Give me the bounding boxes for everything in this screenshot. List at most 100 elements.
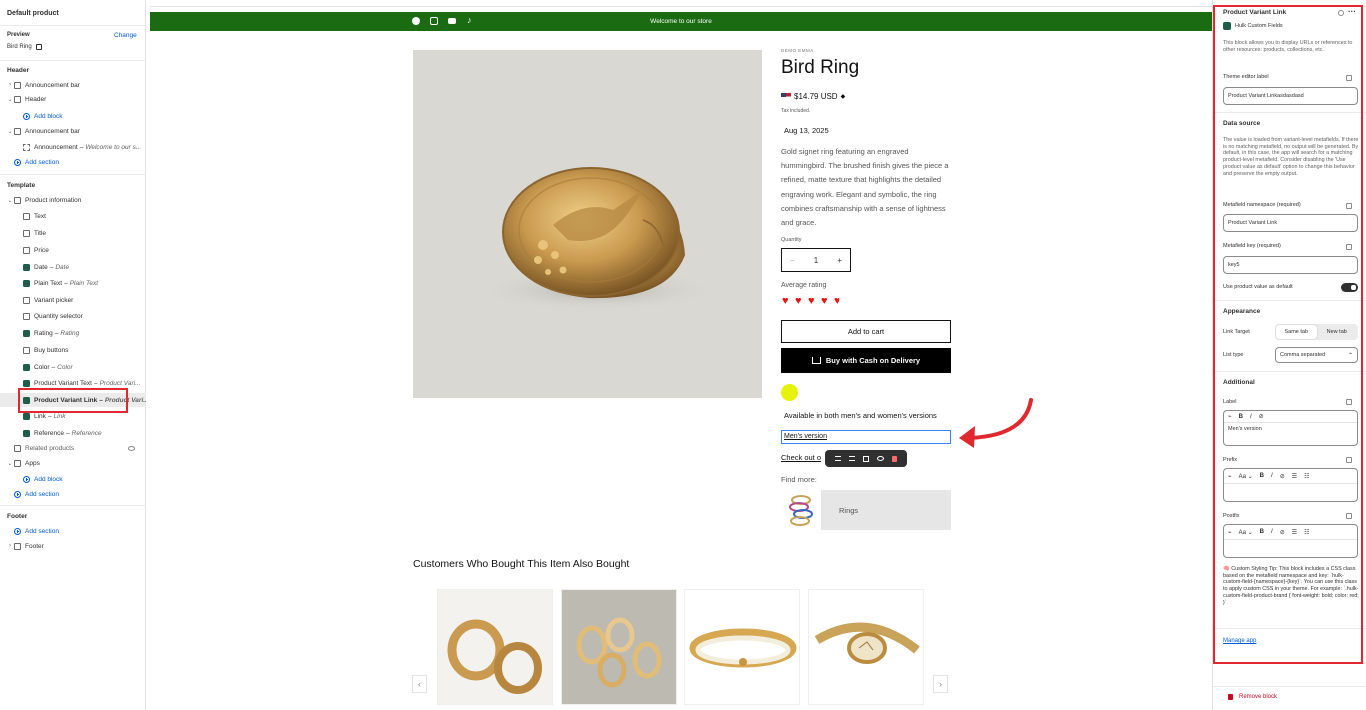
block-item-rating[interactable]: Rating – Rating <box>0 326 146 340</box>
announcement-bar: ♪ Welcome to our store <box>150 12 1212 31</box>
product-description: Gold signet ring featuring an engraved h… <box>781 147 949 228</box>
external-link-icon <box>35 44 42 50</box>
heart-icon: ♥ <box>808 295 815 307</box>
recommended-product-hoops[interactable] <box>437 589 553 705</box>
tree-item-product-information[interactable]: ⌄ Product information <box>0 193 146 207</box>
block-item-label: Variant picker <box>34 296 74 304</box>
add-section-footer[interactable]: Add section <box>0 524 146 538</box>
add-to-cart-button[interactable]: Add to cart <box>781 320 951 343</box>
block-item-label: Plain Text <box>34 279 63 287</box>
chevron-down-icon[interactable]: ⌄ <box>6 96 14 103</box>
separator: – <box>93 379 98 387</box>
tree-item-header[interactable]: ⌄ Header <box>0 92 146 106</box>
tree-item-apps[interactable]: ⌄ Apps <box>0 456 146 470</box>
mens-version-link[interactable]: Men's version <box>781 430 951 444</box>
add-section-template[interactable]: Add section <box>0 487 146 501</box>
divider <box>0 174 146 175</box>
move-up-icon[interactable] <box>835 456 841 461</box>
block-item-text[interactable]: Text <box>0 209 146 223</box>
instagram-icon[interactable] <box>430 17 438 25</box>
tree-item-footer[interactable]: › Footer <box>0 539 146 553</box>
rings-collection-card[interactable]: Rings <box>781 490 951 530</box>
add-section-header[interactable]: Add section <box>0 155 146 169</box>
facebook-icon[interactable] <box>412 17 420 25</box>
block-item-plain-text[interactable]: Plain Text – Plain Text <box>0 276 146 290</box>
product-vendor: DEMO EMMA <box>781 48 814 53</box>
chevron-down-icon[interactable]: ⌄ <box>6 460 14 467</box>
recommended-product-rings[interactable] <box>561 589 677 705</box>
add-block-header[interactable]: Add block <box>0 109 146 123</box>
block-item-label: Text <box>34 212 46 220</box>
app-block-icon <box>23 279 30 287</box>
price-tag-icon <box>23 246 30 254</box>
add-section-label: Add section <box>25 490 59 498</box>
currency-selector[interactable]: $14.79 USD ◆ <box>781 90 845 102</box>
tree-item-label: Announcement bar <box>25 81 80 89</box>
chevron-right-icon[interactable]: › <box>6 82 14 88</box>
header-group-heading: Header <box>7 67 30 74</box>
recommended-product-watch[interactable] <box>808 589 924 705</box>
separator: – <box>66 429 70 437</box>
product-date: Aug 13, 2025 <box>784 126 829 135</box>
us-flag-icon <box>781 92 791 100</box>
rings-thumbnail <box>781 490 821 530</box>
cart-icon <box>811 357 821 364</box>
remove-block-label: Remove block <box>1239 694 1278 700</box>
chevron-down-icon[interactable]: ⌄ <box>6 197 14 204</box>
quantity-stepper[interactable]: − 1 + <box>781 248 851 272</box>
block-item-price[interactable]: Price <box>0 243 146 257</box>
preview-product[interactable]: Bird Ring <box>7 44 42 50</box>
tree-item-announcement-bar[interactable]: › Announcement bar <box>0 78 146 92</box>
move-down-icon[interactable] <box>849 456 855 461</box>
quantity-minus-button[interactable]: − <box>790 256 795 265</box>
chevron-right-icon[interactable]: › <box>6 543 14 549</box>
block-item-sublabel: Color <box>57 363 73 371</box>
delete-icon[interactable] <box>892 455 897 462</box>
tree-item-announcement-bar-2[interactable]: ⌄ Announcement bar <box>0 124 146 138</box>
tree-item-label: Footer <box>25 542 44 550</box>
tree-item-sublabel: Welcome to our s... <box>85 143 142 151</box>
tree-item-label: Product information <box>25 196 82 204</box>
block-item-label: Quantity selector <box>34 312 83 320</box>
block-item-color[interactable]: Color – Color <box>0 360 146 374</box>
app-block-icon <box>23 429 30 437</box>
add-block-label: Add block <box>34 475 63 483</box>
youtube-icon[interactable] <box>448 18 456 24</box>
change-link[interactable]: Change <box>114 32 137 39</box>
buy-cod-button[interactable]: Buy with Cash on Delivery <box>781 348 951 373</box>
carousel-next-button[interactable]: › <box>933 675 948 693</box>
block-item-date[interactable]: Date – Date <box>0 260 146 274</box>
section-icon <box>14 196 21 204</box>
separator: – <box>64 279 68 287</box>
divider <box>0 25 146 26</box>
tree-item-announcement[interactable]: Announcement – Welcome to our s... <box>0 140 146 154</box>
cart-icon <box>23 346 30 354</box>
find-more-label: Find more: <box>781 475 817 484</box>
heart-icon: ♥ <box>821 295 828 307</box>
separator: – <box>54 329 59 337</box>
product-image[interactable] <box>413 50 762 398</box>
block-item-quantity-selector[interactable]: Quantity selector <box>0 309 146 323</box>
remove-block-button[interactable]: Remove block <box>1228 694 1277 700</box>
divider <box>0 505 146 506</box>
block-item-reference[interactable]: Reference – Reference <box>0 426 146 440</box>
block-item-label: Product Variant Text <box>34 379 92 387</box>
eye-hidden-icon[interactable] <box>128 445 135 451</box>
recommended-product-bangle[interactable] <box>684 589 800 705</box>
tree-item-related-products[interactable]: Related products <box>0 441 146 455</box>
check-out-link[interactable]: Check out o <box>781 453 821 462</box>
carousel-prev-button[interactable]: ‹ <box>412 675 427 693</box>
quantity-plus-button[interactable]: + <box>837 256 842 265</box>
tiktok-icon[interactable]: ♪ <box>467 15 472 25</box>
duplicate-icon[interactable] <box>863 455 869 462</box>
block-item-title[interactable]: Title <box>0 226 146 240</box>
quantity-value[interactable]: 1 <box>814 256 818 265</box>
add-block-apps[interactable]: Add block <box>0 472 146 486</box>
add-circle-icon <box>23 112 30 120</box>
chevron-down-icon[interactable]: ⌄ <box>6 128 14 135</box>
block-item-variant-picker[interactable]: Variant picker <box>0 293 146 307</box>
hide-icon[interactable] <box>877 456 884 461</box>
color-swatch[interactable] <box>781 384 798 401</box>
block-item-buy-buttons[interactable]: Buy buttons <box>0 343 146 357</box>
add-circle-icon <box>23 475 30 483</box>
